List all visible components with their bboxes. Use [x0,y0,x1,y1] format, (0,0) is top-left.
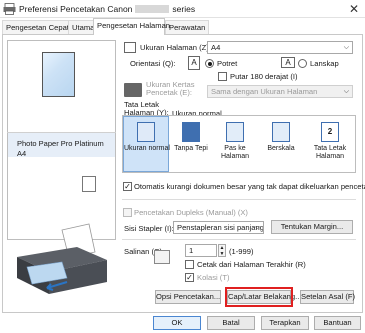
last-page-label: Cetak dari Halaman Terakhir (R) [197,260,306,269]
copies-input[interactable]: 1 [185,244,217,257]
chevron-down-icon: ⌵ [343,44,349,51]
layout-pl-line1: Tata Letak [313,145,347,152]
portrait-radio[interactable] [205,59,214,68]
copies-icon [154,250,170,264]
layout-borderless-icon[interactable] [182,122,200,142]
cancel-button[interactable]: Batal [207,316,255,330]
auto-reduce-checkbox[interactable]: ✓ [123,182,132,191]
layout-fit-line1: Pas ke [224,145,246,152]
printer-paper-value: Sama dengan Ukuran Halaman [211,87,318,96]
stapling-value: Penstapleran sisi panjang (Kiri) [177,223,264,232]
page-size-label: Ukuran Halaman (Z): [140,43,211,52]
layout-normal-icon[interactable] [137,122,155,142]
chevron-down-icon: ⌵ [254,224,260,231]
landscape-label: Lanskap [310,59,339,68]
collate-checkbox[interactable]: ✓ [185,273,194,282]
chevron-down-icon: ⌵ [343,88,349,95]
window-title: Preferensi Pencetakan Canon series [19,4,195,14]
page-size-icon [124,42,136,53]
layout-normal-label: Ukuran normal [124,145,170,152]
apply-button[interactable]: Terapkan [261,316,309,330]
layout-fit-to-page-label: Pas ke Halaman [214,145,256,161]
layout-scaled-icon[interactable] [272,122,290,142]
window-title-left: Preferensi Pencetakan Canon [19,4,133,14]
media-size: A4 [17,149,27,158]
portrait-label: Potret [217,59,238,68]
page-size-select[interactable]: A4 ⌵ [207,41,353,54]
landscape-icon: A [281,57,295,68]
tab-page-setup[interactable]: Pengesetan Halaman [93,18,170,35]
margin-button[interactable]: Tentukan Margin... [271,220,353,234]
printer-paper-icon [124,83,142,97]
orientation-label: Orientasi (Q): [130,59,176,68]
layout-pl-line2: Halaman [315,153,344,160]
page-preview-image [42,52,75,97]
layout-page-layout-label: Tata Letak Halaman [306,145,354,161]
printer-app-icon [3,3,16,15]
collate-label: Kolasi (T) [197,273,230,282]
layout-scaled-label: Berskala [267,145,295,152]
last-page-checkbox[interactable] [185,260,194,269]
media-type: Photo Paper Pro Platinum [17,139,104,148]
defaults-button[interactable]: Setelan Asal (F) [300,290,355,304]
printer-paper-select[interactable]: Sama dengan Ukuran Halaman ⌵ [207,85,353,98]
layout-fit-to-page-icon[interactable] [226,122,244,142]
printer-illustration [7,222,116,305]
copies-value: 1 [189,246,194,255]
duplex-label: Pencetakan Dupleks (Manual) (X) [134,208,248,217]
window-title-right: series [172,4,196,14]
printer-paper-label: Ukuran Kertas Pencetak (E): [146,81,195,97]
printer-paper-label-line2: Pencetak (E): [146,88,193,97]
divider [122,239,356,240]
page-size-value: A4 [211,43,221,52]
stapling-label: Sisi Stapler (I): [124,224,174,233]
rotate-180-checkbox[interactable] [218,72,227,81]
close-button[interactable]: ✕ [346,1,362,17]
duplex-checkbox[interactable] [123,208,132,217]
layout-fit-line2: Halaman [220,153,249,160]
rotate-180-label: Putar 180 derajat (I) [230,72,298,81]
auto-reduce-label: Otomatis kurangi dokumen besar yang tak … [134,182,365,191]
portrait-icon: A [188,56,200,70]
tab-quick-setup[interactable]: Pengesetan Cepat [2,20,73,34]
paper-icon [82,176,96,192]
divider [122,199,356,200]
copies-stepper[interactable]: ▲ ▼ [218,244,226,257]
stapling-select[interactable]: Penstapleran sisi panjang (Kiri)⌵ [173,221,264,234]
copies-range: (1-999) [229,247,254,256]
highlight-box [225,287,293,307]
landscape-radio[interactable] [298,59,307,68]
media-info: Photo Paper Pro Platinum A4 [17,139,104,159]
layout-borderless-label: Tanpa Tepi [174,145,208,152]
ok-button[interactable]: OK [153,316,201,330]
tab-maintenance[interactable]: Perawatan [165,20,210,34]
print-options-button[interactable]: Opsi Pencetakan... [155,290,221,304]
layout-page-layout-icon[interactable]: 2 [321,122,339,142]
redacted-model-name [135,5,170,13]
help-button[interactable]: Bantuan [314,316,361,330]
